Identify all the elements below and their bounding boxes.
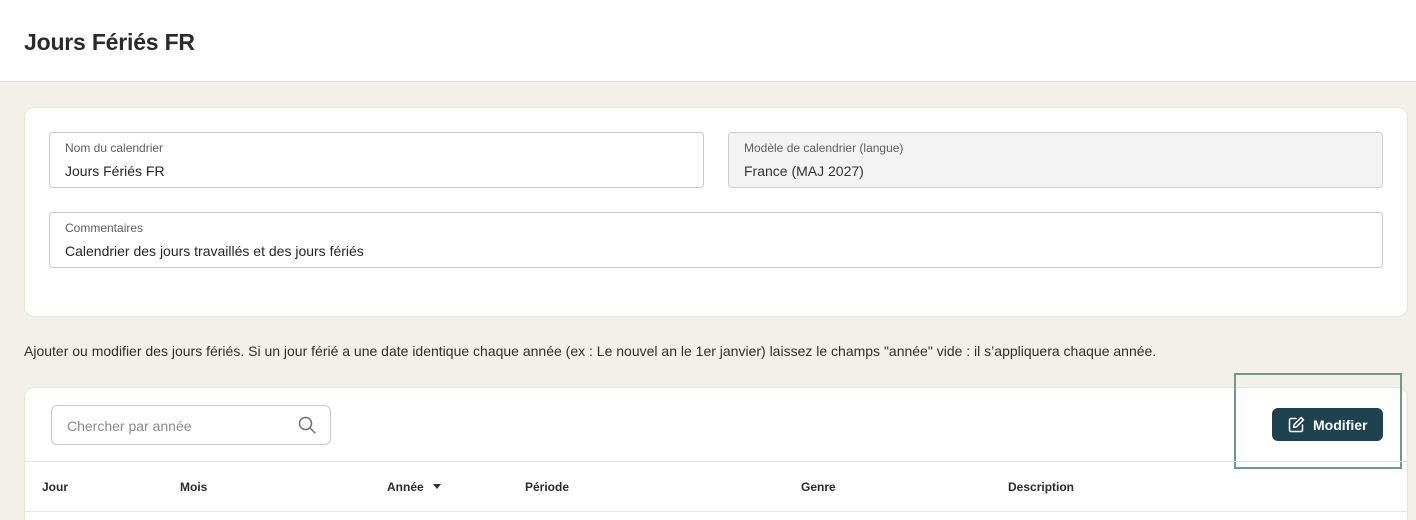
calendar-settings-card: Nom du calendrier Jours Fériés FR Modèle… [24,107,1408,317]
column-header-description[interactable]: Description [1008,480,1074,494]
search-icon[interactable] [298,416,316,434]
year-search-input[interactable] [67,416,287,436]
edit-button[interactable]: Modifier [1272,408,1383,441]
column-header-period[interactable]: Période [525,480,569,494]
column-header-month[interactable]: Mois [180,480,207,494]
calendar-model-field: Modèle de calendrier (langue) France (MA… [728,132,1383,188]
holidays-table-card: Modifier Jour Mois Année Période Genre D… [24,373,1408,520]
comments-value[interactable]: Calendrier des jours travaillés et des j… [65,243,364,259]
year-search-box[interactable] [51,405,331,445]
column-header-day[interactable]: Jour [42,480,68,494]
calendar-model-label: Modèle de calendrier (langue) [744,141,904,155]
sort-descending-icon[interactable] [432,484,441,490]
calendar-name-label: Nom du calendrier [65,141,164,155]
table-header-row: Jour Mois Année Période Genre Descriptio… [25,461,1407,512]
calendar-name-value[interactable]: Jours Fériés FR [65,163,165,179]
calendar-name-field[interactable]: Nom du calendrier Jours Fériés FR [49,132,704,188]
holidays-hint-text: Ajouter ou modifier des jours fériés. Si… [24,343,1157,359]
edit-icon [1288,416,1305,433]
page-title: Jours Fériés FR [24,29,195,55]
column-header-year[interactable]: Année [387,480,441,494]
column-header-year-label: Année [387,480,424,494]
comments-label: Commentaires [65,221,144,235]
column-header-type[interactable]: Genre [801,480,836,494]
edit-button-label: Modifier [1313,417,1368,433]
page-header: Jours Fériés FR [0,0,1416,82]
comments-field[interactable]: Commentaires Calendrier des jours travai… [49,212,1383,268]
calendar-model-value: France (MAJ 2027) [744,163,864,179]
